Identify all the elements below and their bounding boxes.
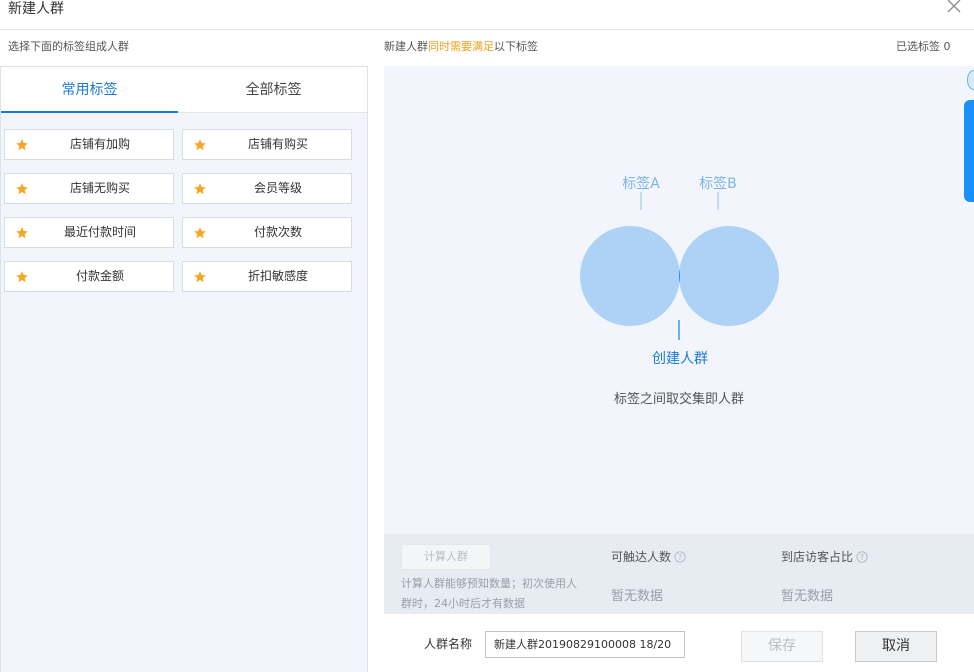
venn-label-b: 标签B — [699, 175, 737, 192]
side-float-tab[interactable] — [964, 100, 974, 202]
svg-text:?: ? — [860, 553, 864, 562]
star-icon — [194, 227, 206, 239]
venn-center-label: 创建人群 — [652, 351, 708, 367]
tab-common-tags[interactable]: 常用标签 — [1, 67, 178, 113]
new-audience-dialog: 新建人群 选择下面的标签组成人群 常用标签 全部标签 店铺有加购 店铺有购买 店… — [0, 0, 974, 672]
dialog-title: 新建人群 — [8, 1, 64, 17]
help-icon[interactable]: ? — [856, 551, 868, 563]
star-icon — [16, 139, 28, 151]
star-icon — [194, 139, 206, 151]
reach-value: 暂无数据 — [611, 589, 664, 604]
help-icon[interactable]: ? — [674, 551, 686, 563]
venn-hint: 标签之间取交集即人群 — [613, 392, 744, 407]
tag-label: 折扣敏感度 — [247, 269, 308, 283]
right-header: 新建人群同时需要满足以下标签 — [384, 40, 538, 54]
reach-label-text: 可触达人数 — [611, 550, 672, 564]
selected-count: 已选标签 0 — [896, 40, 951, 53]
calculate-description: 计算人群能够预知数量；初次使用人群时，24小时后才有数据 — [401, 577, 577, 610]
audience-name-input[interactable]: 新建人群20190829100008 18/20 — [485, 631, 685, 658]
tag-item[interactable]: 店铺无购买 — [4, 173, 174, 204]
tag-label: 店铺有加购 — [69, 137, 130, 151]
header-highlight: 同时需要满足 — [428, 40, 494, 53]
star-icon — [16, 183, 28, 195]
tag-item[interactable]: 店铺有购买 — [182, 129, 352, 160]
tag-item[interactable]: 店铺有加购 — [4, 129, 174, 160]
tab-all-tags[interactable]: 全部标签 — [185, 67, 362, 113]
tag-item[interactable]: 付款金额 — [4, 261, 174, 292]
close-icon[interactable] — [944, 0, 964, 16]
star-icon — [16, 227, 28, 239]
venn-circle-a — [580, 226, 680, 326]
tag-item[interactable]: 折扣敏感度 — [182, 261, 352, 292]
calculate-audience-button[interactable]: 计算人群 — [401, 544, 491, 570]
title-divider — [0, 29, 974, 30]
tag-label: 店铺有购买 — [247, 137, 308, 151]
visitor-ratio-label-text: 到店访客占比 — [781, 550, 854, 564]
venn-label-a: 标签A — [622, 175, 660, 192]
venn-diagram: 标签A 标签B 创建人群 — [580, 175, 779, 367]
dialog-footer: 人群名称 新建人群20190829100008 18/20 保存 取消 — [384, 614, 974, 672]
tag-tabbar: 常用标签 全部标签 — [1, 67, 367, 113]
tag-item[interactable]: 最近付款时间 — [4, 217, 174, 248]
header-suffix: 以下标签 — [494, 40, 538, 53]
tag-label: 最近付款时间 — [63, 225, 136, 239]
left-subtitle: 选择下面的标签组成人群 — [8, 40, 129, 53]
tag-label: 付款次数 — [253, 225, 302, 239]
tag-label: 会员等级 — [253, 181, 302, 195]
star-icon — [16, 271, 28, 283]
stats-bar: 计算人群 计算人群能够预知数量；初次使用人群时，24小时后才有数据 可触达人数?… — [384, 534, 974, 614]
side-float-dot[interactable] — [967, 70, 974, 90]
venn-canvas: 标签A 标签B 创建人群 标签之间取交集即人群 — [384, 66, 974, 534]
reach-label: 可触达人数? — [611, 550, 686, 564]
audience-name-label: 人群名称 — [424, 637, 473, 651]
cancel-button[interactable]: 取消 — [855, 631, 937, 662]
visitor-ratio-label: 到店访客占比? — [781, 550, 868, 564]
tag-item[interactable]: 付款次数 — [182, 217, 352, 248]
svg-text:?: ? — [678, 553, 682, 562]
star-icon — [194, 183, 206, 195]
visitor-ratio-value: 暂无数据 — [781, 589, 834, 604]
star-icon — [194, 271, 206, 283]
save-button[interactable]: 保存 — [741, 631, 823, 662]
tag-label: 店铺无购买 — [69, 181, 130, 195]
tag-item[interactable]: 会员等级 — [182, 173, 352, 204]
header-prefix: 新建人群 — [384, 40, 428, 53]
tag-panel: 常用标签 全部标签 店铺有加购 店铺有购买 店铺无购买 会员等级 最近付款时间 … — [0, 66, 368, 672]
tag-label: 付款金额 — [75, 269, 124, 283]
venn-circle-b — [679, 226, 779, 326]
